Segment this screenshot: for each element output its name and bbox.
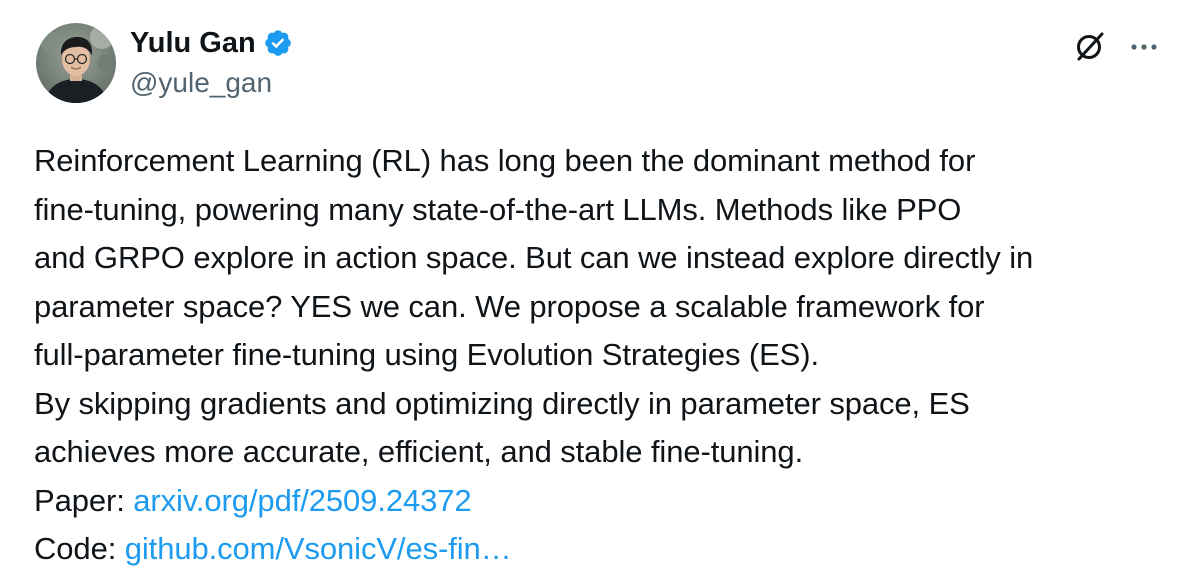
tweet-text-line: full-parameter fine-tuning using Evoluti… bbox=[34, 337, 819, 372]
tweet-text-line: Reinforcement Learning (RL) has long bee… bbox=[34, 143, 976, 178]
author-display-name[interactable]: Yulu Gan bbox=[130, 26, 256, 60]
paper-label: Paper: bbox=[34, 482, 134, 518]
tweet-text: Reinforcement Learning (RL) has long bee… bbox=[34, 137, 1174, 574]
tweet-text-line: By skipping gradients and optimizing dir… bbox=[34, 385, 970, 421]
paper-link[interactable]: arxiv.org/pdf/2509.24372 bbox=[133, 483, 471, 518]
more-options-icon[interactable] bbox=[1124, 26, 1164, 66]
paper-line: Paper: arxiv.org/pdf/2509.24372 bbox=[34, 477, 1174, 526]
tweet-card: Yulu Gan @yule_gan Reinforcement Learnin… bbox=[0, 0, 1196, 581]
profile-photo bbox=[36, 23, 116, 103]
tweet-text-line: parameter space? YES we can. We propose … bbox=[34, 288, 985, 324]
tweet-text-line: achieves more accurate, efficient, and s… bbox=[34, 434, 804, 469]
verified-badge-icon[interactable] bbox=[263, 28, 293, 58]
author-handle[interactable]: @yule_gan bbox=[130, 67, 272, 99]
code-label: Code: bbox=[34, 531, 125, 566]
tweet-text-line: fine-tuning, powering many state-of-the-… bbox=[34, 191, 962, 227]
code-line: Code: github.com/VsonicV/es-fin… bbox=[34, 525, 1174, 574]
tweet-text-line: and GRPO explore in action space. But ca… bbox=[34, 240, 1034, 275]
grok-icon[interactable] bbox=[1070, 26, 1110, 66]
code-link[interactable]: github.com/VsonicV/es-fin… bbox=[125, 531, 512, 566]
author-avatar[interactable] bbox=[36, 23, 116, 103]
author-name-row: Yulu Gan bbox=[130, 26, 293, 60]
